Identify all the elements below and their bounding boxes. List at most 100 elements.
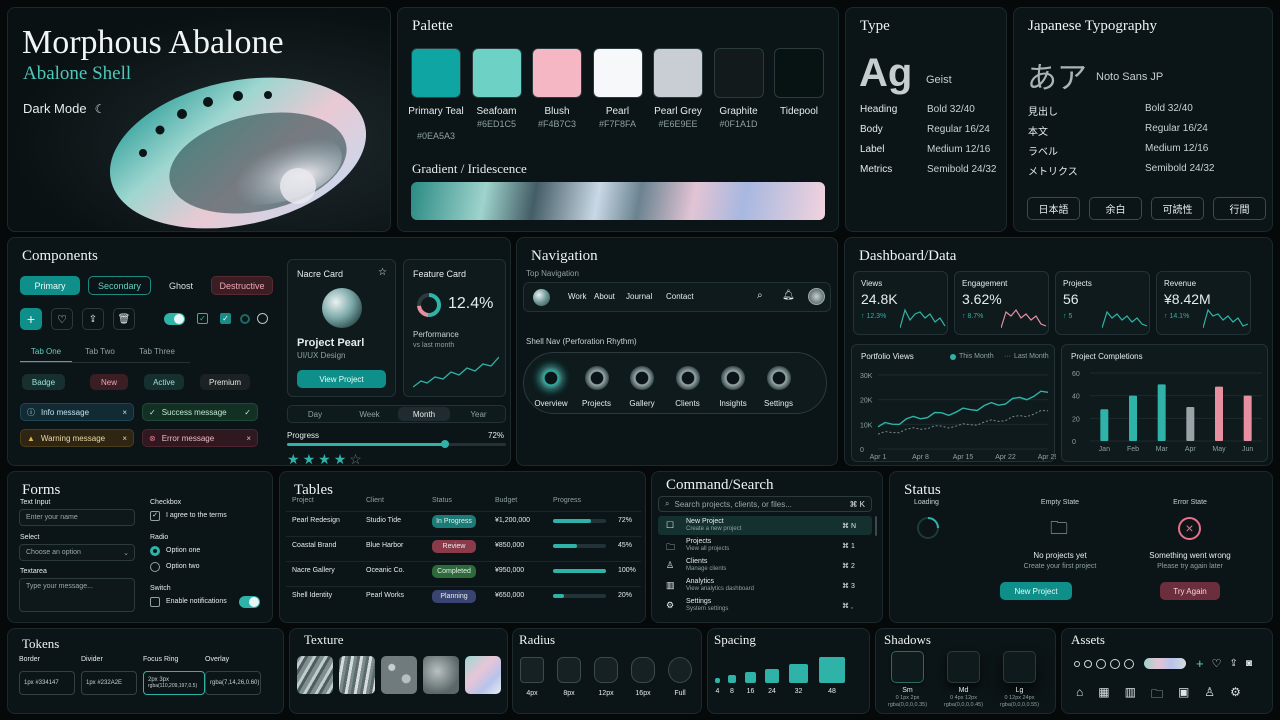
shell-nav-projects[interactable] <box>584 366 609 390</box>
cell-client: Blue Harbor <box>366 542 404 549</box>
tab-one[interactable]: Tab One <box>20 347 72 362</box>
components-panel: Components Primary Secondary Ghost Destr… <box>7 237 511 466</box>
trash-icon-button[interactable]: 🗑 <box>113 308 135 330</box>
settings-icon[interactable]: ⚙ <box>1230 685 1241 706</box>
shell-nav-label: Overview <box>534 399 568 408</box>
close-icon[interactable]: × <box>246 434 251 443</box>
star-icon[interactable]: ★ <box>318 451 334 465</box>
nav-link-work[interactable]: Work <box>568 292 587 301</box>
legend-this-month: This Month <box>950 353 994 360</box>
shell-nav-overview[interactable] <box>539 366 563 390</box>
swatch-blush[interactable] <box>532 48 582 98</box>
plus-icon[interactable]: + <box>1196 656 1204 671</box>
user-avatar[interactable] <box>808 288 825 305</box>
destructive-button[interactable]: Destructive <box>211 276 273 295</box>
swatch-pearl[interactable] <box>592 48 643 98</box>
primary-button[interactable]: Primary <box>20 276 80 295</box>
swatch-seafoam[interactable] <box>471 48 522 98</box>
command-item-title: Settings <box>686 598 712 605</box>
segment-year[interactable]: Year <box>453 407 505 421</box>
token-value: 2px 3px rgba(110,209,197,0.5) <box>143 671 205 695</box>
token-value-text: 1px #232A2E <box>86 680 123 686</box>
try-again-button[interactable]: Try Again <box>1160 582 1220 600</box>
jp-chip[interactable]: 余白 <box>1089 197 1142 220</box>
radio-option-one[interactable] <box>150 546 160 556</box>
checkbox-label: Checkbox <box>150 499 182 506</box>
star-icon[interactable]: ★ <box>287 451 303 465</box>
shell-nav-insights[interactable] <box>721 366 745 390</box>
radio-unselected[interactable] <box>257 313 268 324</box>
radio-option-two[interactable] <box>150 562 160 572</box>
jp-chip[interactable]: 日本語 <box>1027 197 1080 220</box>
heart-icon-button[interactable]: ♡ <box>51 308 73 330</box>
kpi-projects[interactable]: Projects 56 ↑ 5 <box>1055 271 1150 335</box>
kpi-revenue[interactable]: Revenue ¥8.42M ↑ 14.1% <box>1156 271 1251 335</box>
grid-icon[interactable]: ▦ <box>1098 685 1109 706</box>
tables-panel: Tables Project Client Status Budget Progress… <box>279 471 646 623</box>
star-icon[interactable]: ★ <box>303 451 319 465</box>
swatch-graphite[interactable] <box>713 48 764 98</box>
command-scrollbar[interactable] <box>875 516 877 536</box>
new-project-button[interactable]: New Project <box>1000 582 1072 600</box>
kpi-views[interactable]: Views 24.8K ↑ 12.3% <box>853 271 948 335</box>
home-icon[interactable]: ⌂ <box>1076 685 1083 706</box>
segment-month[interactable]: Month <box>398 407 450 421</box>
spacing-label: 16 <box>746 688 755 695</box>
tab-two[interactable]: Tab Two <box>78 347 122 356</box>
progress-handle[interactable] <box>440 440 449 448</box>
ghost-button[interactable]: Ghost <box>158 276 204 295</box>
swatch-tidepool[interactable] <box>774 48 824 98</box>
swatch-primary-teal[interactable] <box>411 48 461 98</box>
cell-budget: ¥1,200,000 <box>495 517 531 524</box>
folder-icon[interactable]: 🗀 <box>1151 685 1163 706</box>
notifications-switch[interactable] <box>239 596 260 608</box>
shell-nav-gallery[interactable] <box>630 366 654 390</box>
nav-link-about[interactable]: About <box>594 292 615 301</box>
command-item-title: Projects <box>686 538 712 545</box>
kpi-engagement[interactable]: Engagement 3.62% ↑ 8.7% <box>954 271 1049 335</box>
close-icon[interactable]: × <box>122 408 127 417</box>
segment-week[interactable]: Week <box>344 407 396 421</box>
option-select[interactable]: Choose an option ⌄ <box>19 544 135 561</box>
nav-link-contact[interactable]: Contact <box>666 292 694 301</box>
share-icon[interactable]: ⇪ <box>1229 658 1237 669</box>
dark-mode-toggle[interactable]: Dark Mode ☾ <box>23 101 105 116</box>
shell-nav-clients[interactable] <box>675 366 700 390</box>
share-icon-button[interactable]: ⇪ <box>82 308 104 330</box>
star-icon[interactable]: ☆ <box>378 267 387 278</box>
radio-selected[interactable] <box>240 314 250 324</box>
shell-nav-label: Insights <box>719 399 747 408</box>
add-icon-button[interactable]: + <box>20 308 42 330</box>
heart-icon[interactable]: ♡ <box>1212 657 1222 670</box>
star-icon[interactable]: ☆ <box>349 451 365 465</box>
secondary-button[interactable]: Secondary <box>88 276 151 295</box>
image-icon[interactable]: ▣ <box>1178 685 1189 706</box>
star-icon[interactable]: ★ <box>334 451 350 465</box>
jp-chip[interactable]: 行間 <box>1213 197 1266 220</box>
shell-nav-settings[interactable] <box>766 366 791 390</box>
spacing-sample <box>715 678 720 683</box>
message-textarea[interactable]: Type your message... <box>19 578 135 612</box>
segment-day[interactable]: Day <box>289 407 341 421</box>
nav-link-journal[interactable]: Journal <box>626 292 652 301</box>
jp-chip[interactable]: 可読性 <box>1151 197 1204 220</box>
close-icon[interactable]: × <box>122 434 127 443</box>
search-icon[interactable]: ⌕ <box>757 290 763 301</box>
bar-chart-icon[interactable]: ▥ <box>1125 685 1136 706</box>
command-search-input[interactable]: ⌕ Search projects, clients, or files... ⌘ … <box>658 496 872 512</box>
bell-icon[interactable]: 🔔︎ <box>782 290 795 301</box>
name-input[interactable]: Enter your name <box>19 509 135 526</box>
camera-icon[interactable]: ◙ <box>1246 658 1252 669</box>
tab-three[interactable]: Tab Three <box>132 347 182 356</box>
checkbox-filled[interactable]: ✓ <box>220 313 231 324</box>
view-project-button[interactable]: View Project <box>297 370 386 388</box>
swatch-pearl-grey[interactable] <box>653 48 703 98</box>
cell-progress: 100% <box>618 567 636 574</box>
terms-checkbox[interactable]: ✓ <box>150 511 160 521</box>
notifications-checkbox[interactable] <box>150 597 160 607</box>
toggle-on[interactable] <box>164 313 185 325</box>
rating-stars[interactable]: ★★★★☆ <box>287 451 365 465</box>
checkbox-outline[interactable]: ✓ <box>197 313 208 324</box>
logo-avatar[interactable] <box>533 289 550 306</box>
user-icon[interactable]: ♙ <box>1204 685 1215 706</box>
